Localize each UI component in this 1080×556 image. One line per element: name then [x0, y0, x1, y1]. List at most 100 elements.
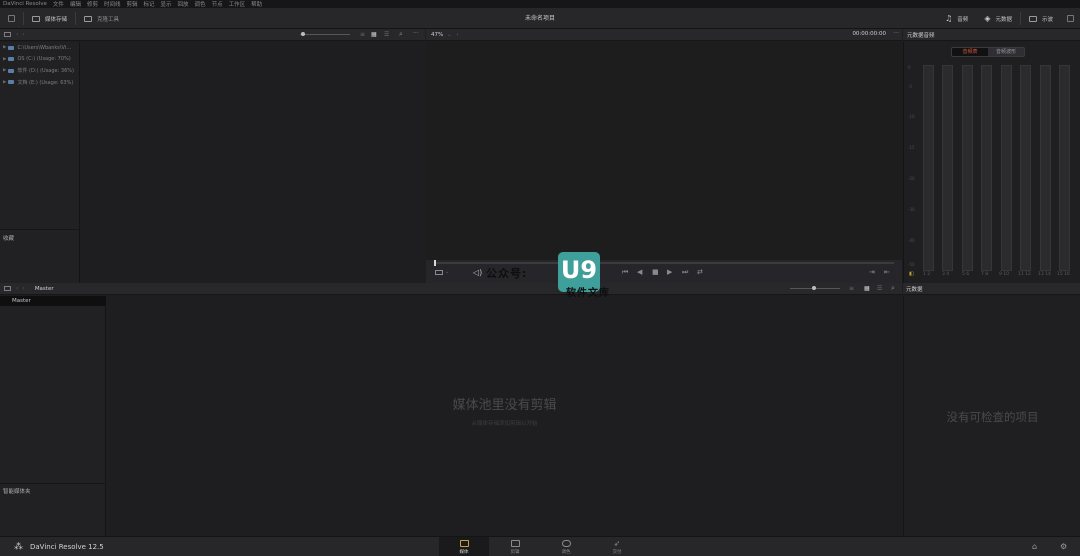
media-pool-empty-subtitle: 从媒体存储添加剪辑以开始: [471, 421, 538, 427]
playhead[interactable]: [434, 260, 436, 266]
workspace-toggle-button[interactable]: [0, 8, 23, 29]
tree-item-user-folder[interactable]: ▶ C:\Users\Wbanks\Vi...: [0, 42, 79, 54]
tab-media[interactable]: 媒体: [439, 537, 489, 556]
db-mark: -15: [908, 145, 915, 150]
play-reverse-icon[interactable]: ◀: [637, 268, 642, 276]
davinci-logo-icon: ⁂: [14, 542, 23, 552]
go-to-start-icon[interactable]: ⏮: [622, 268, 628, 277]
audio-meter-bar: [1020, 65, 1031, 271]
main-toolbar: 媒体存储 克隆工具 未命名项目 ♫ 音频 ◈ 元数据 示波: [0, 8, 1080, 29]
audio-button[interactable]: ♫ 音频: [937, 8, 976, 29]
sort-icon[interactable]: ≡: [849, 285, 854, 292]
channel-label: 3 4: [942, 272, 950, 277]
media-storage-button[interactable]: 媒体存储: [24, 8, 75, 29]
slider-knob[interactable]: [812, 286, 816, 290]
color-page-icon: [561, 540, 571, 547]
zoom-dropdown-icon[interactable]: ⌄: [447, 32, 451, 38]
inspector-empty-text: 没有可检查的项目: [946, 410, 1039, 424]
media-storage-label: 媒体存储: [45, 16, 68, 23]
sidebar-toggle-icon[interactable]: [4, 32, 11, 37]
viewer-options-icon[interactable]: ···: [893, 30, 899, 37]
menu-mark[interactable]: 标记: [144, 0, 155, 8]
menu-timeline[interactable]: 时间线: [104, 0, 121, 8]
audio-meter-title: 元数据音频: [907, 32, 935, 39]
viewer-nav-icon[interactable]: ›: [456, 32, 458, 38]
play-icon[interactable]: ▶: [667, 268, 672, 276]
menu-color[interactable]: 调色: [195, 0, 206, 8]
list-view-icon[interactable]: ☰: [877, 285, 882, 292]
expand-icon[interactable]: ▶: [3, 68, 6, 73]
smart-bins-label: 智能媒体夹: [3, 489, 31, 495]
media-storage-sidebar: ▶ C:\Users\Wbanks\Vi... ▶ OS (C:) (Usage: …: [0, 42, 80, 283]
favorites-label: 收藏: [3, 236, 15, 242]
tab-edit[interactable]: 剪辑: [490, 537, 540, 556]
loop-icon[interactable]: ⇄: [697, 268, 703, 276]
grid-view-icon[interactable]: ▦: [371, 31, 377, 38]
audio-meter-bar: [962, 65, 973, 271]
menu-clip[interactable]: 剪辑: [126, 0, 137, 8]
sidebar-toggle-icon[interactable]: [4, 286, 11, 291]
tree-item-drive-c[interactable]: ▶ OS (C:) (Usage: 70%): [0, 54, 79, 66]
tree-item-drive-e[interactable]: ▶ 文档 (E:) (Usage: 63%): [0, 77, 79, 89]
viewer-mode-dropdown-icon[interactable]: ⌄: [445, 269, 449, 275]
menu-view[interactable]: 显示: [161, 0, 172, 8]
db-mark: -50: [908, 262, 915, 267]
scrubber-track[interactable]: [434, 262, 894, 264]
go-to-end-icon[interactable]: ⏭: [682, 268, 688, 277]
clone-tool-button[interactable]: 克隆工具: [76, 8, 127, 29]
monitor-icon: [1067, 15, 1074, 22]
media-pool-header: ‹ › Master ≡ ▦ ☰ ⌕: [0, 283, 902, 295]
menu-trim[interactable]: 修剪: [87, 0, 98, 8]
tree-item-drive-d[interactable]: ▶ 软件 (D:) (Usage: 36%): [0, 65, 79, 77]
bin-master[interactable]: Master: [0, 296, 106, 306]
search-icon[interactable]: ⌕: [891, 284, 895, 293]
divider: [0, 483, 106, 484]
tab-label: 调色: [561, 550, 571, 555]
back-arrow-icon[interactable]: ‹: [16, 31, 18, 38]
channel-label: 13 14: [1038, 272, 1051, 277]
zoom-level[interactable]: 47%: [431, 32, 443, 38]
expand-icon[interactable]: ▶: [3, 57, 6, 62]
inspector-header: 元数据: [903, 283, 1080, 295]
audio-label: 音频: [957, 16, 969, 23]
inspector-button[interactable]: 示波: [1021, 8, 1061, 29]
viewer-canvas[interactable]: [426, 42, 902, 260]
expand-icon[interactable]: ▶: [3, 80, 6, 85]
mark-out-icon[interactable]: ⇤: [884, 268, 890, 276]
tab-deliver[interactable]: ➶ 交付: [592, 537, 642, 556]
search-icon[interactable]: ⌕: [399, 30, 403, 39]
forward-arrow-icon[interactable]: ›: [22, 31, 24, 38]
forward-arrow-icon[interactable]: ›: [22, 285, 24, 292]
menu-workspace[interactable]: 工作区: [229, 0, 246, 8]
home-icon[interactable]: ⌂: [1032, 542, 1037, 551]
menu-playback[interactable]: 回放: [178, 0, 189, 8]
media-pool-area[interactable]: 媒体池里没有剪辑 从媒体存储添加剪辑以开始: [107, 296, 902, 536]
volume-icon[interactable]: ◁): [473, 268, 482, 277]
mark-in-icon[interactable]: ⇥: [869, 268, 875, 276]
stop-icon[interactable]: ■: [652, 268, 659, 276]
metadata-button[interactable]: ◈ 元数据: [976, 8, 1020, 29]
slider-knob[interactable]: [301, 32, 305, 36]
menu-edit[interactable]: 编辑: [70, 0, 81, 8]
sort-icon[interactable]: ≡: [360, 31, 365, 38]
menu-help[interactable]: 帮助: [251, 0, 262, 8]
media-browser-area[interactable]: [81, 42, 425, 283]
menu-app[interactable]: DaVinci Resolve: [3, 1, 47, 7]
tab-color[interactable]: 调色: [541, 537, 591, 556]
viewer-mode-icon[interactable]: [435, 270, 443, 275]
grid-view-icon[interactable]: ▦: [864, 285, 870, 292]
audio-lock-icon[interactable]: ◧: [909, 271, 914, 277]
tab-audio-waveform[interactable]: 音频波形: [988, 48, 1024, 56]
thumbnail-size-slider[interactable]: [300, 34, 350, 35]
tree-item-label: OS (C:) (Usage: 70%): [17, 56, 71, 63]
gear-icon[interactable]: ⚙: [1060, 542, 1067, 551]
menu-nodes[interactable]: 节点: [212, 0, 223, 8]
menu-file[interactable]: 文件: [53, 0, 64, 8]
timecode-display: 00:00:00:00: [852, 31, 886, 37]
back-arrow-icon[interactable]: ‹: [16, 285, 18, 292]
monitor-button[interactable]: [1061, 8, 1080, 29]
list-view-icon[interactable]: ☰: [384, 31, 389, 38]
tab-audio-meters[interactable]: 音频表: [952, 48, 988, 56]
expand-icon[interactable]: ▶: [3, 45, 6, 50]
more-options-icon[interactable]: ···: [413, 30, 419, 37]
